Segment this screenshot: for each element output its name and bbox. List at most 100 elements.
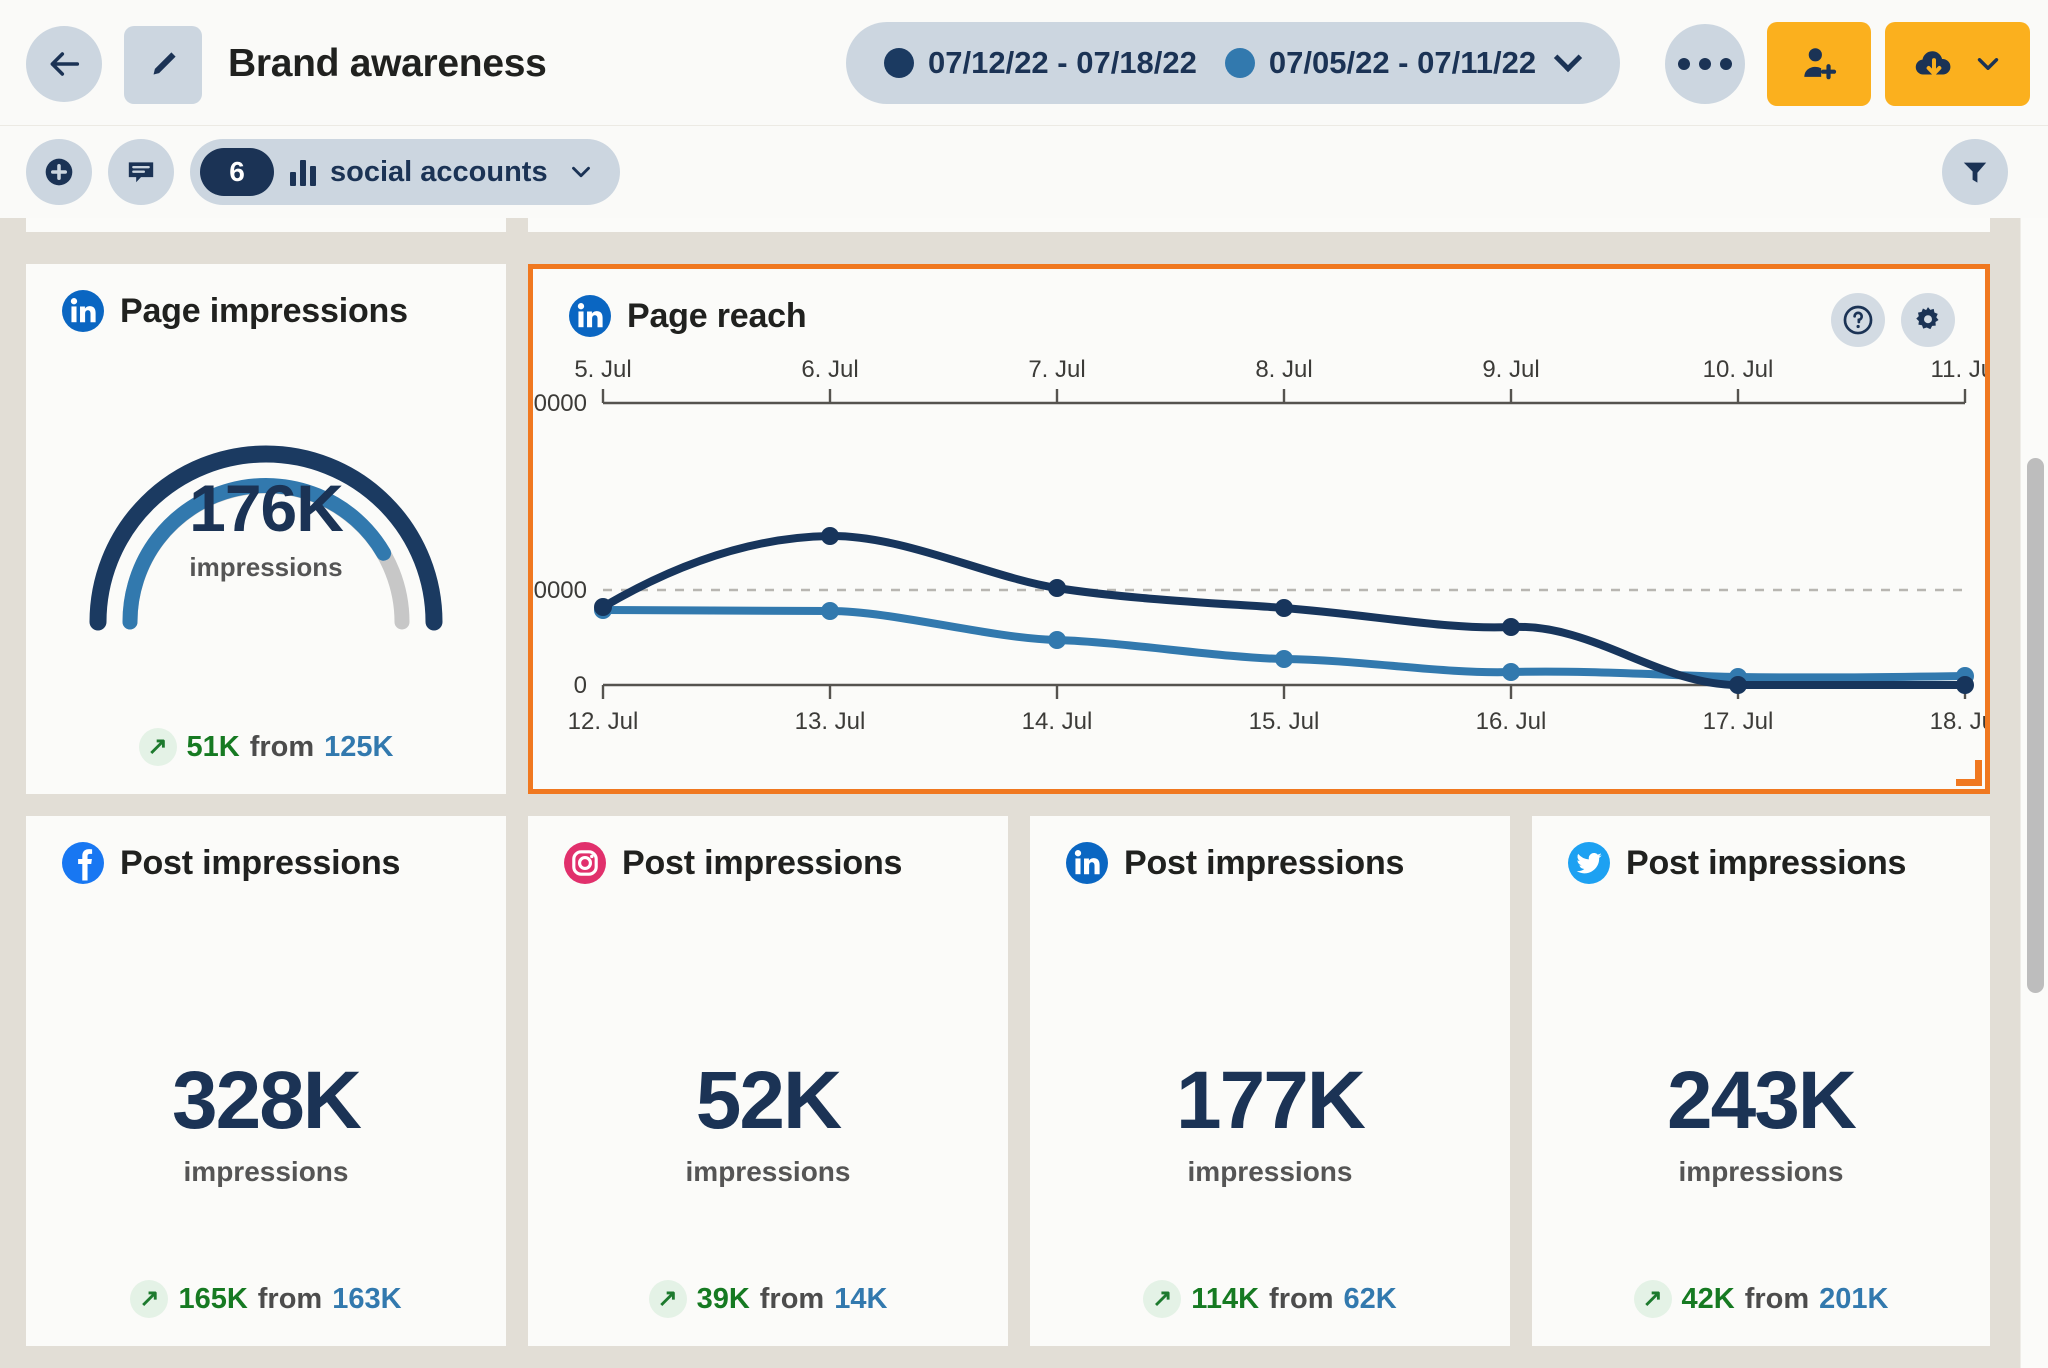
- metric-unit: impressions: [1187, 1156, 1353, 1187]
- top-header-bar: Brand awareness 07/12/22 - 07/18/22 07/0…: [0, 0, 2048, 126]
- x-tick-top-4: 9. Jul: [1482, 356, 1539, 383]
- y-tick-20000: 20000: [533, 577, 587, 604]
- linkedin-icon: [62, 290, 104, 332]
- add-user-button[interactable]: [1767, 22, 1871, 106]
- widget-page-reach[interactable]: Page reach 5. Jul 6. Jul 7. Jul 8. Jul 9…: [520, 264, 2000, 794]
- accounts-count-badge: 6: [200, 148, 274, 196]
- add-widget-button[interactable]: [26, 139, 92, 205]
- social-accounts-label: social accounts: [330, 155, 548, 188]
- x-tick-top-3: 8. Jul: [1255, 356, 1312, 383]
- linkedin-icon: [1066, 842, 1108, 884]
- widget-header: Post impressions: [1568, 842, 1906, 884]
- delta-comparison: ↗ 42K from 201K: [1532, 1280, 1990, 1318]
- widget-post-impressions-instagram[interactable]: Post impressions 52K impressions ↗ 39K f…: [528, 816, 1008, 1346]
- social-accounts-filter[interactable]: 6 social accounts: [190, 139, 620, 205]
- from-label: from: [759, 1282, 825, 1315]
- widget-page-impressions[interactable]: Page impressions 176K impressions ↗ 51K …: [26, 264, 506, 794]
- x-tick-bottom-0: 12. Jul: [568, 708, 639, 735]
- arrow-left-icon: [50, 52, 80, 76]
- facebook-icon: [62, 842, 104, 884]
- metric-unit: impressions: [685, 1156, 851, 1187]
- widget-title: Page reach: [627, 296, 807, 335]
- filter-toolbar: 6 social accounts: [0, 127, 2048, 217]
- x-tick-bottom-2: 14. Jul: [1022, 708, 1093, 735]
- comments-button[interactable]: [108, 139, 174, 205]
- comment-icon: [128, 162, 154, 183]
- x-tick-top-1: 6. Jul: [801, 356, 858, 383]
- page-reach-line-chart: 5. Jul 6. Jul 7. Jul 8. Jul 9. Jul 10. J…: [520, 355, 2000, 791]
- widget-card-above-cutoff-right[interactable]: [528, 218, 1990, 232]
- more-options-button[interactable]: [1665, 24, 1745, 104]
- edit-button[interactable]: [124, 26, 202, 104]
- gauge-chart: 176K impressions: [56, 332, 476, 642]
- trend-up-icon: ↗: [648, 1280, 687, 1318]
- trend-up-icon: ↗: [1143, 1280, 1182, 1318]
- widget-header: Post impressions: [564, 842, 902, 884]
- metric-value: 328K: [171, 1055, 362, 1146]
- from-label: from: [1269, 1282, 1334, 1315]
- x-tick-bottom-5: 17. Jul: [1703, 708, 1774, 735]
- widget-title: Page impressions: [120, 291, 408, 330]
- vertical-scrollbar-track[interactable]: [2020, 218, 2048, 1368]
- widget-header: Page reach: [569, 295, 807, 337]
- x-tick-top-0: 5. Jul: [574, 356, 631, 383]
- chevron-down-icon: [1553, 43, 1583, 73]
- page-title: Brand awareness: [228, 42, 547, 85]
- previous-value: 163K: [332, 1282, 402, 1315]
- delta-value: 165K: [178, 1282, 248, 1315]
- vertical-scrollbar-thumb[interactable]: [2027, 458, 2044, 993]
- metric-unit: impressions: [183, 1156, 349, 1187]
- widget-header: Page impressions: [62, 290, 408, 332]
- previous-period-label: 07/05/22 - 07/11/22: [1268, 45, 1537, 80]
- x-tick-top-6: 11. Jul: [1931, 356, 1985, 383]
- dashboard-canvas: Page impressions 176K impressions ↗ 51K …: [0, 218, 2020, 1368]
- delta-comparison: ↗ 114K from 62K: [1030, 1280, 1510, 1318]
- funnel-icon: [1963, 162, 1987, 183]
- trend-up-icon: ↗: [1633, 1280, 1672, 1318]
- from-label: from: [249, 730, 315, 763]
- question-circle-icon: [1843, 305, 1873, 335]
- x-tick-bottom-3: 15. Jul: [1249, 708, 1320, 735]
- instagram-icon: [564, 842, 606, 884]
- pencil-icon: [153, 52, 176, 75]
- widget-header-actions: [1831, 293, 1955, 347]
- delta-comparison: ↗ 165K from 163K: [26, 1280, 506, 1318]
- chart-svg: 5. Jul 6. Jul 7. Jul 8. Jul 9. Jul 10. J…: [520, 356, 2000, 735]
- widget-title: Post impressions: [120, 843, 401, 882]
- widget-post-impressions-twitter[interactable]: Post impressions 243K impressions ↗ 42K …: [1532, 816, 1990, 1346]
- twitter-icon: [1568, 842, 1610, 884]
- user-plus-icon: [1804, 48, 1837, 80]
- settings-button[interactable]: [1901, 293, 1955, 347]
- x-tick-top-2: 7. Jul: [1028, 356, 1085, 383]
- chevron-down-icon: [571, 166, 590, 178]
- delta-comparison: ↗ 39K from 14K: [528, 1280, 1008, 1318]
- trend-up-icon: ↗: [130, 1280, 169, 1318]
- y-tick-40000: 40000: [533, 390, 587, 417]
- widget-post-impressions-linkedin[interactable]: Post impressions 177K impressions ↗ 114K…: [1030, 816, 1510, 1346]
- resize-handle[interactable]: [1956, 760, 1982, 786]
- gear-icon: [1916, 307, 1939, 330]
- x-tick-top-5: 10. Jul: [1703, 356, 1774, 383]
- previous-value: 62K: [1343, 1282, 1397, 1315]
- widget-post-impressions-facebook[interactable]: Post impressions 328K impressions ↗ 165K…: [26, 816, 506, 1346]
- trend-up-icon: ↗: [138, 728, 177, 766]
- from-label: from: [257, 1282, 323, 1315]
- help-button[interactable]: [1831, 293, 1885, 347]
- metric-unit: impressions: [1678, 1156, 1844, 1187]
- delta-value: 51K: [186, 730, 240, 763]
- previous-value: 201K: [1819, 1282, 1889, 1315]
- metric-value: 52K: [695, 1055, 842, 1146]
- widget-header: Post impressions: [1066, 842, 1404, 884]
- y-tick-0: 0: [574, 672, 587, 699]
- export-button[interactable]: [1885, 22, 2030, 106]
- metric-value: 243K: [1666, 1055, 1857, 1146]
- widget-card-above-cutoff-left[interactable]: [26, 218, 506, 232]
- chevron-down-icon: [1977, 58, 1998, 70]
- back-button[interactable]: [26, 26, 102, 102]
- bar-chart-icon: [290, 158, 316, 186]
- filter-button[interactable]: [1942, 139, 2008, 205]
- date-range-selector[interactable]: 07/12/22 - 07/18/22 07/05/22 - 07/11/22: [846, 22, 1621, 104]
- previous-period-dot: [1224, 48, 1255, 78]
- current-period-label: 07/12/22 - 07/18/22: [928, 45, 1197, 80]
- x-tick-bottom-4: 16. Jul: [1476, 708, 1547, 735]
